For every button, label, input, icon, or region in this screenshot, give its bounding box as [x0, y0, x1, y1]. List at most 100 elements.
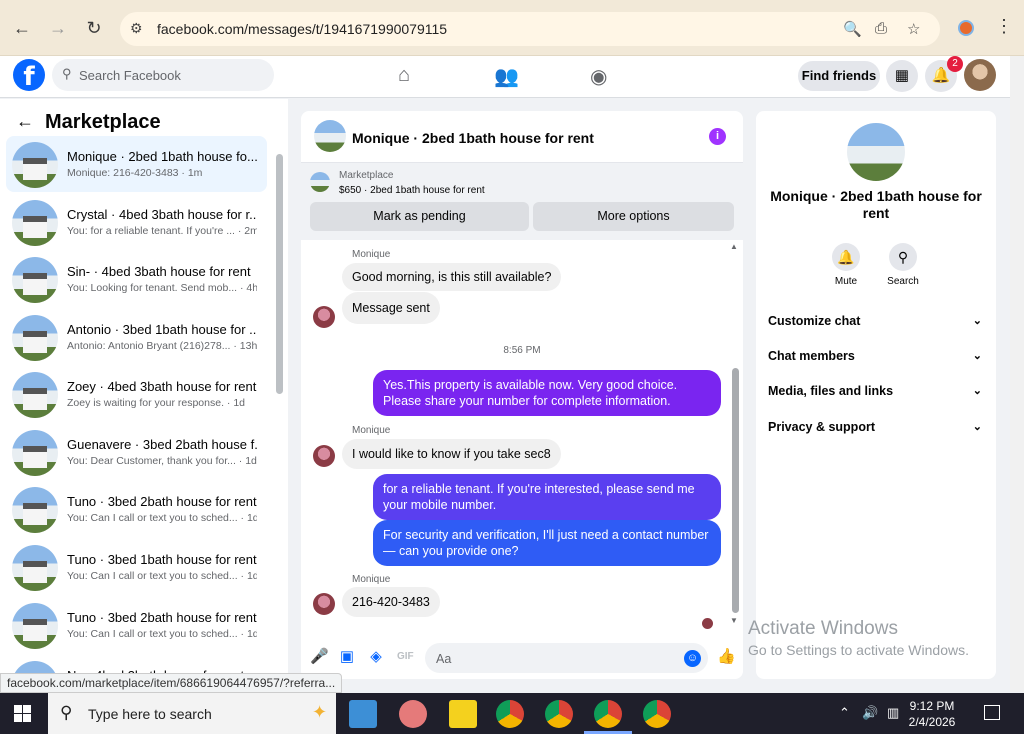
conversation-title: Guenavere · 3bed 2bath house f...	[67, 437, 257, 452]
conversation-preview: Zoey is waiting for your response. · 1d	[67, 397, 245, 409]
menu-grid-icon[interactable]: ▦	[886, 60, 918, 92]
chat-avatar[interactable]	[314, 120, 346, 152]
mute-bell-icon[interactable]: 🔔	[832, 243, 860, 271]
chrome-profile-k-icon[interactable]	[496, 700, 524, 728]
browser-menu-icon[interactable]: ⋮	[995, 16, 1013, 37]
thumbs-up-icon[interactable]: 👍	[717, 649, 736, 665]
conversation-preview: You: Can I call or text you to sched... …	[67, 628, 257, 640]
conversation-title: Antonio · 3bed 1bath house for ...	[67, 322, 257, 337]
conversation-name: Monique · 2bed 1bath house for rent	[770, 188, 982, 221]
chat-title[interactable]: Monique · 2bed 1bath house for rent	[352, 130, 594, 146]
conversation-title: Monique · 2bed 1bath house fo...	[67, 149, 257, 164]
list-scrollbar[interactable]	[276, 154, 283, 394]
scroll-up-arrow[interactable]: ▲	[730, 242, 738, 251]
conversation-preview: You: Looking for tenant. Send mob... · 4…	[67, 282, 257, 294]
facebook-search-input[interactable]: ⚲ Search Facebook	[52, 59, 274, 91]
install-icon[interactable]: ⎙	[875, 20, 887, 37]
listing-thumbnail	[12, 487, 58, 533]
extension-icon[interactable]	[958, 20, 974, 36]
chrome-profile-2-icon[interactable]	[545, 700, 573, 728]
sparkle-icon: ✦	[312, 702, 328, 722]
paint-app-icon[interactable]	[399, 700, 427, 728]
conversation-item[interactable]: Sin- · 4bed 3bath house for rent You: Lo…	[6, 251, 267, 307]
mark-as-pending-button[interactable]: Mark as pending	[310, 202, 529, 231]
listing-thumbnail	[12, 200, 58, 246]
mute-label: Mute	[834, 276, 858, 287]
friends-icon[interactable]: 👥	[494, 64, 519, 89]
message-composer: 🎤 ▣ ◈ GIF Aa ☺ 👍	[301, 642, 743, 673]
account-avatar[interactable]	[964, 59, 996, 91]
zoom-icon[interactable]: 🔍	[843, 20, 862, 38]
chevron-down-icon: ⌄	[972, 315, 982, 327]
back-arrow-icon[interactable]: ←	[16, 111, 34, 132]
conversation-item[interactable]: Tuno · 3bed 2bath house for rent You: Ca…	[6, 481, 267, 537]
conversation-item[interactable]: Monique · 2bed 1bath house fo... Monique…	[6, 136, 267, 192]
section-label: Chat members	[768, 349, 855, 363]
notification-center-icon[interactable]	[984, 705, 1000, 720]
more-options-button[interactable]: More options	[533, 202, 734, 231]
search-placeholder: Search Facebook	[79, 68, 181, 83]
chat-scrollbar[interactable]	[732, 368, 739, 613]
home-icon[interactable]: ⌂	[398, 64, 410, 87]
windows-start-icon[interactable]	[14, 705, 32, 723]
bookmark-star-icon[interactable]: ☆	[907, 20, 920, 38]
listing-thumbnail	[12, 142, 58, 188]
volume-icon[interactable]: 🔊	[862, 705, 878, 721]
back-icon[interactable]: ←	[11, 17, 33, 39]
conversation-item[interactable]: Guenavere · 3bed 2bath house f... You: D…	[6, 424, 267, 480]
sender-avatar[interactable]	[313, 593, 335, 615]
conversation-item[interactable]: Tuno · 3bed 1bath house for rent You: Ca…	[6, 539, 267, 595]
forward-icon[interactable]: →	[47, 17, 69, 39]
conversation-item[interactable]: Tuno · 3bed 2bath house for rent You: Ca…	[6, 597, 267, 653]
listing-thumbnail	[12, 430, 58, 476]
incoming-message: 216-420-3483	[342, 587, 440, 617]
media-files-links-section[interactable]: Media, files and links ⌄	[768, 384, 984, 398]
search-label: Search	[887, 276, 919, 287]
listing-description[interactable]: $650 · 2bed 1bath house for rent	[339, 185, 485, 196]
listing-thumbnail[interactable]	[310, 172, 330, 192]
sender-avatar[interactable]	[313, 445, 335, 467]
tray-chevron-up-icon[interactable]: ⌃	[839, 705, 850, 721]
chat-header: Monique · 2bed 1bath house for rent i	[301, 111, 743, 163]
file-explorer-app-icon[interactable]	[349, 700, 377, 728]
address-bar[interactable]: ⚙ facebook.com/messages/t/19416719900791…	[120, 12, 940, 46]
listing-avatar[interactable]	[847, 123, 905, 181]
gif-icon[interactable]: GIF	[397, 649, 414, 665]
privacy-support-section[interactable]: Privacy & support ⌄	[768, 420, 984, 434]
activate-windows-title: Activate Windows	[748, 618, 898, 639]
conversation-item[interactable]: Crystal · 4bed 3bath house for r... You:…	[6, 194, 267, 250]
outgoing-message: for a reliable tenant. If you're interes…	[373, 474, 721, 520]
page-scrollbar[interactable]	[1010, 56, 1024, 692]
activate-windows-subtitle: Go to Settings to activate Windows.	[748, 642, 969, 658]
notification-badge: 2	[947, 56, 963, 72]
find-friends-button[interactable]: Find friends	[798, 61, 880, 91]
conversation-title: Tuno · 3bed 2bath house for rent	[67, 494, 257, 509]
photo-icon[interactable]: ▣	[339, 649, 355, 665]
site-info-icon[interactable]: ⚙	[130, 20, 143, 37]
taskbar-search-box[interactable]: ⚲ Type here to search ✦	[48, 693, 336, 734]
facebook-logo-icon[interactable]: f	[13, 59, 45, 92]
clock-time: 9:12 PM	[909, 699, 955, 713]
reload-icon[interactable]: ↻	[83, 17, 105, 39]
browser-toolbar: ← → ↻ ⚙ facebook.com/messages/t/19416719…	[0, 0, 1024, 56]
conversation-item[interactable]: Antonio · 3bed 1bath house for ... Anton…	[6, 309, 267, 365]
scroll-down-arrow[interactable]: ▼	[730, 616, 738, 625]
chrome-profile-4-icon[interactable]	[643, 700, 671, 728]
chat-members-section[interactable]: Chat members ⌄	[768, 349, 984, 363]
emoji-icon[interactable]: ☺	[684, 650, 701, 667]
taskbar-clock[interactable]: 9:12 PM 2/4/2026	[893, 698, 971, 730]
sticker-icon[interactable]: ◈	[368, 649, 384, 665]
sticky-notes-app-icon[interactable]	[449, 700, 477, 728]
sender-avatar[interactable]	[313, 306, 335, 328]
conversation-item[interactable]: Zoey · 4bed 3bath house for rent Zoey is…	[6, 366, 267, 422]
chrome-profile-active-icon[interactable]	[594, 700, 622, 728]
search-icon[interactable]: ⚲	[889, 243, 917, 271]
customize-chat-section[interactable]: Customize chat ⌄	[768, 314, 984, 328]
info-icon[interactable]: i	[709, 128, 726, 145]
microphone-icon[interactable]: 🎤	[310, 649, 329, 665]
message-input[interactable]: Aa ☺	[425, 643, 708, 673]
chevron-down-icon: ⌄	[972, 350, 982, 362]
incoming-message: I would like to know if you take sec8	[342, 439, 561, 469]
profile-circle-icon[interactable]: ◉	[590, 64, 607, 89]
taskbar-search-placeholder: Type here to search	[88, 706, 212, 722]
